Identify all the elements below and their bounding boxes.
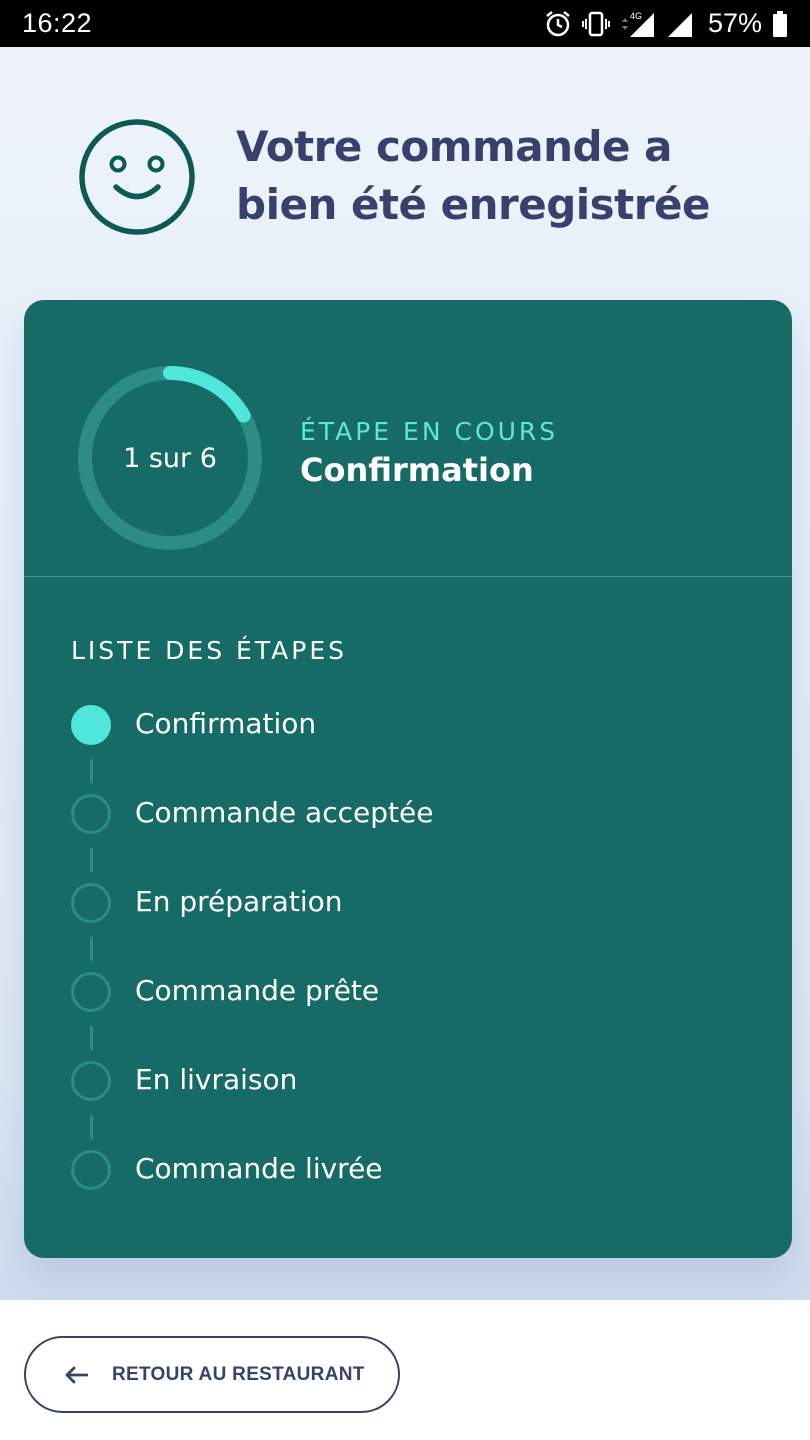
order-status-card: 1 sur 6 ÉTAPE EN COURS Confirmation LIST… — [24, 300, 792, 1258]
step-indicator — [71, 1150, 111, 1190]
status-time: 16:22 — [22, 8, 93, 38]
step-item: En livraison — [71, 1061, 751, 1150]
step-item: Confirmation — [71, 705, 751, 794]
network-4g-signal-icon: 4G — [620, 10, 656, 38]
progress-label: 1 sur 6 — [123, 442, 217, 474]
step-connector — [90, 759, 93, 783]
current-step-name: Confirmation — [300, 451, 534, 489]
smiley-icon — [78, 118, 196, 236]
step-label: Commande acceptée — [135, 796, 434, 829]
back-to-restaurant-button[interactable]: RETOUR AU RESTAURANT — [24, 1336, 400, 1413]
step-item: En préparation — [71, 883, 751, 972]
progress-ring: 1 sur 6 — [74, 362, 266, 554]
back-button-label: RETOUR AU RESTAURANT — [112, 1363, 365, 1385]
step-label: Commande livrée — [135, 1152, 383, 1185]
step-item: Commande acceptée — [71, 794, 751, 883]
step-label: En préparation — [135, 885, 343, 918]
step-connector — [90, 1115, 93, 1139]
vibrate-icon — [581, 10, 610, 38]
step-connector — [90, 848, 93, 872]
battery-icon — [772, 10, 788, 38]
step-indicator — [71, 1061, 111, 1101]
current-step-caption: ÉTAPE EN COURS — [300, 417, 559, 446]
step-indicator — [71, 883, 111, 923]
step-label: Commande prête — [135, 974, 380, 1007]
step-connector — [90, 937, 93, 961]
step-connector — [90, 1026, 93, 1050]
page-title: Votre commande a bien été enregistrée — [236, 122, 710, 229]
steps-list-title: LISTE DES ÉTAPES — [71, 636, 348, 665]
arrow-left-icon — [64, 1366, 89, 1384]
step-indicator — [71, 705, 111, 745]
divider — [24, 576, 792, 577]
step-indicator — [71, 972, 111, 1012]
steps-list: Confirmation Commande acceptée En prépar… — [71, 705, 751, 1239]
alarm-icon — [544, 10, 572, 38]
signal-icon — [666, 10, 694, 38]
status-bar: 16:22 4G 57% — [0, 0, 810, 47]
battery-percent: 57% — [707, 8, 762, 38]
step-label: En livraison — [135, 1063, 298, 1096]
step-label: Confirmation — [135, 707, 317, 740]
status-icons: 4G 57% — [544, 8, 788, 39]
header — [78, 118, 196, 236]
step-indicator — [71, 794, 111, 834]
step-item: Commande prête — [71, 972, 751, 1061]
svg-text:4G: 4G — [630, 11, 642, 21]
step-item: Commande livrée — [71, 1150, 751, 1239]
